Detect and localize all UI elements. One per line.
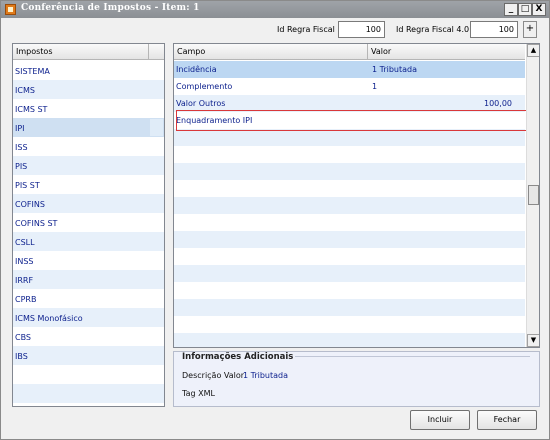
- cell-valor: 100,00: [484, 99, 512, 108]
- regra-fiscal-40-label: Id Regra Fiscal 4.0: [396, 25, 470, 34]
- app-icon: [5, 4, 16, 15]
- add-regra-button[interactable]: +: [523, 21, 537, 38]
- regra-fiscal-label: Id Regra Fiscal: [277, 25, 335, 34]
- conferencia-impostos-window: Conferência de Impostos - Item: 1 _ □ X …: [0, 0, 550, 440]
- imposto-item-pis-st[interactable]: PIS ST: [13, 175, 164, 194]
- imposto-item-icms-monofasico[interactable]: ICMS Monofásico: [13, 308, 164, 327]
- table-row-empty: [174, 163, 525, 180]
- table-row-empty: [174, 265, 525, 282]
- imposto-item-cofins[interactable]: COFINS: [13, 194, 164, 213]
- impostos-header: Impostos: [13, 44, 164, 60]
- imposto-item-empty: [13, 384, 164, 403]
- impostos-header-label: Impostos: [16, 47, 53, 56]
- table-row-empty: [174, 333, 525, 347]
- table-row-empty: [174, 197, 525, 214]
- imposto-item-irrf[interactable]: IRRF: [13, 270, 164, 289]
- imposto-item-cprb[interactable]: CPRB: [13, 289, 164, 308]
- grid-scrollbar[interactable]: ▲ ▼: [526, 44, 539, 347]
- header-separator: [148, 44, 149, 60]
- imposto-item-icms-st[interactable]: ICMS ST: [13, 99, 164, 118]
- imposto-item-pis[interactable]: PIS: [13, 156, 164, 175]
- informacoes-adicionais-panel: Informações Adicionais Descrição Valor 1…: [173, 351, 540, 407]
- imposto-item-ibs[interactable]: IBS: [13, 346, 164, 365]
- table-row[interactable]: Complemento 1: [174, 78, 525, 95]
- tag-xml-label: Tag XML: [182, 389, 215, 398]
- imposto-item-sistema[interactable]: SISTEMA: [13, 61, 164, 80]
- maximize-button[interactable]: □: [518, 3, 532, 16]
- incluir-button[interactable]: Incluir: [410, 410, 470, 430]
- imposto-item-cbs[interactable]: CBS: [13, 327, 164, 346]
- regra-fiscal-40-input[interactable]: 100: [470, 21, 518, 38]
- table-row-empty: [174, 282, 525, 299]
- imposto-item-empty: [13, 365, 164, 384]
- column-header-valor[interactable]: Valor: [371, 47, 391, 56]
- grid-header: Campo Valor: [174, 44, 525, 60]
- title-bar[interactable]: Conferência de Impostos - Item: 1 _ □ X: [1, 1, 549, 18]
- table-row-empty: [174, 299, 525, 316]
- header-separator: [367, 44, 368, 60]
- informacoes-adicionais-title: Informações Adicionais: [180, 352, 296, 362]
- descricao-valor-label: Descrição Valor: [182, 371, 245, 380]
- table-row-empty: [174, 231, 525, 248]
- table-row-empty: [174, 248, 525, 265]
- column-header-campo[interactable]: Campo: [177, 47, 205, 56]
- imposto-item-ipi[interactable]: IPI: [13, 118, 164, 137]
- table-row-empty: [174, 180, 525, 197]
- cell-campo: Incidência: [176, 65, 217, 74]
- imposto-item-cofins-st[interactable]: COFINS ST: [13, 213, 164, 232]
- minimize-button[interactable]: _: [504, 3, 518, 16]
- cell-campo: Complemento: [176, 82, 233, 91]
- descricao-valor-value: 1 Tributada: [243, 371, 289, 380]
- cell-campo: Valor Outros: [176, 99, 226, 108]
- imposto-item-icms[interactable]: ICMS: [13, 80, 164, 99]
- table-row-empty: [174, 146, 525, 163]
- table-row-empty: [174, 316, 525, 333]
- close-button[interactable]: X: [532, 3, 546, 16]
- scroll-thumb[interactable]: [528, 185, 539, 205]
- cell-valor: 1 Tributada: [372, 65, 418, 74]
- table-row[interactable]: Incidência 1 Tributada: [174, 61, 525, 78]
- highlight-box: [176, 110, 527, 131]
- imposto-item-iss[interactable]: ISS: [13, 137, 164, 156]
- regra-fiscal-input[interactable]: 100: [338, 21, 385, 38]
- imposto-item-csll[interactable]: CSLL: [13, 232, 164, 251]
- cell-valor: 1: [372, 82, 378, 91]
- fechar-button[interactable]: Fechar: [477, 410, 537, 430]
- scroll-down-icon[interactable]: ▼: [527, 334, 539, 347]
- table-row-empty: [174, 214, 525, 231]
- table-row-empty: [174, 129, 525, 146]
- window-title: Conferência de Impostos - Item: 1: [21, 3, 200, 13]
- scroll-up-icon[interactable]: ▲: [527, 44, 539, 57]
- impostos-list: Impostos SISTEMA ICMS ICMS ST IPI ISS PI…: [12, 43, 165, 407]
- campos-grid: Campo Valor Incidência 1 Tributada Compl…: [173, 43, 540, 348]
- imposto-item-inss[interactable]: INSS: [13, 251, 164, 270]
